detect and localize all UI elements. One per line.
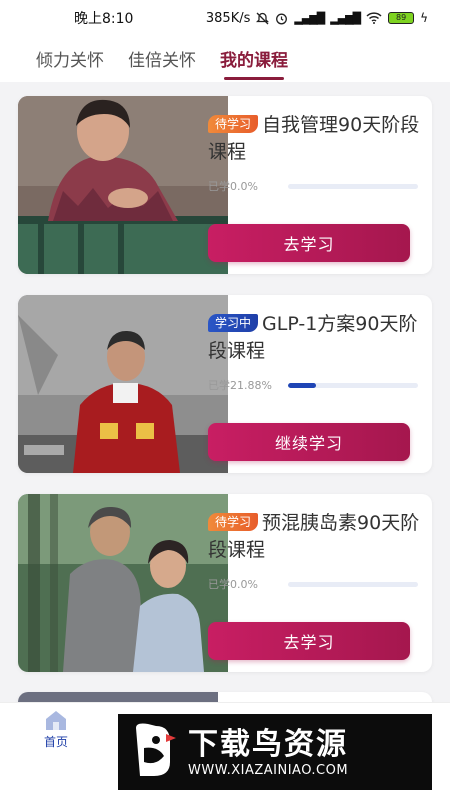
watermark-url: WWW.XIAZAINIAO.COM	[188, 762, 349, 778]
status-icons: 385K/s ▂▄▆█ ▂▄▆█ 89 ϟ	[206, 11, 428, 26]
course-list[interactable]: 待学习 自我管理90天阶段课程 已学0.0% 去学习 学习中 GLP-1方案90…	[0, 82, 450, 702]
tab-qingli-care[interactable]: 倾力关怀	[36, 36, 104, 82]
status-time: 晚上8:10	[74, 11, 134, 27]
watermark-text: 下载鸟资源 WWW.XIAZAINIAO.COM	[188, 727, 348, 778]
signal-1-icon: ▂▄▆█	[294, 11, 325, 25]
course-card[interactable]: 待学习 预混胰岛素90天阶段课程 已学0.0% 去学习	[18, 494, 432, 672]
nav-home-label: 首页	[43, 735, 68, 749]
continue-learning-button[interactable]: 继续学习	[208, 423, 410, 461]
charging-icon: ϟ	[420, 11, 428, 25]
nav-home[interactable]: 首页	[16, 709, 96, 750]
watermark-title: 下载鸟资源	[188, 726, 348, 762]
home-icon	[46, 711, 66, 730]
alarm-icon	[276, 13, 288, 24]
status-badge: 待学习	[208, 115, 259, 133]
course-title-row: 待学习 预混胰岛素90天阶段课程	[208, 510, 424, 564]
progress-bar	[288, 581, 418, 587]
start-learning-button[interactable]: 去学习	[208, 224, 410, 262]
top-tabs: 倾力关怀 佳倍关怀 我的课程	[0, 36, 450, 82]
wifi-icon	[366, 12, 382, 24]
course-info: 待学习 预混胰岛素90天阶段课程 已学0.0%	[208, 510, 424, 592]
tab-my-courses[interactable]: 我的课程	[220, 36, 288, 82]
bird-logo-icon	[136, 723, 176, 776]
course-card[interactable]: 待学习 自我管理90天阶段课程 已学0.0% 去学习	[18, 96, 432, 274]
course-cover-image	[18, 494, 228, 672]
progress-fill	[288, 382, 317, 388]
course-info: 待学习 自我管理90天阶段课程 已学0.0%	[208, 112, 424, 194]
progress-row: 已学21.88%	[208, 377, 424, 393]
progress-row: 已学0.0%	[208, 178, 424, 194]
progress-bar	[288, 382, 418, 388]
status-bar: 晚上8:10 385K/s ▂▄▆█ ▂▄▆█ 89 ϟ	[0, 0, 450, 36]
course-title-row: 学习中 GLP-1方案90天阶段课程	[208, 311, 424, 365]
watermark-banner: 下载鸟资源 WWW.XIAZAINIAO.COM	[118, 714, 432, 790]
progress-text: 已学21.88%	[208, 379, 272, 392]
battery-icon: 89	[388, 12, 415, 24]
start-learning-button[interactable]: 去学习	[208, 622, 410, 660]
course-card-partial[interactable]	[18, 692, 432, 702]
signal-2-icon: ▂▄▆█	[330, 11, 361, 25]
status-badge: 学习中	[208, 314, 259, 332]
course-cover-image	[18, 96, 228, 274]
mute-icon	[256, 12, 270, 24]
progress-row: 已学0.0%	[208, 576, 424, 592]
network-speed: 385K/s	[205, 10, 251, 26]
progress-text: 已学0.0%	[208, 578, 258, 591]
status-badge: 待学习	[208, 513, 259, 531]
course-card[interactable]: 学习中 GLP-1方案90天阶段课程 已学21.88% 继续学习	[18, 295, 432, 473]
course-cover-image	[18, 295, 228, 473]
progress-bar	[288, 183, 418, 189]
progress-text: 已学0.0%	[208, 180, 258, 193]
course-cover-image	[18, 692, 218, 702]
tab-jiabei-care[interactable]: 佳倍关怀	[128, 36, 196, 82]
course-title-row: 待学习 自我管理90天阶段课程	[208, 112, 424, 166]
course-info: 学习中 GLP-1方案90天阶段课程 已学21.88%	[208, 311, 424, 393]
